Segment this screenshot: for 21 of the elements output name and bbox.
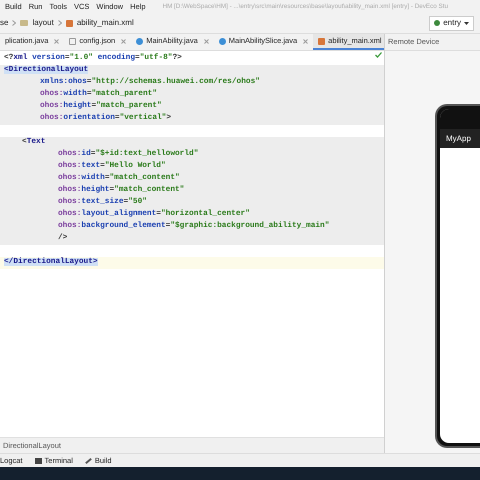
file-icon [66,20,73,26]
app-title: MyApp [446,132,471,144]
close-icon[interactable] [303,38,308,44]
breadcrumb-item[interactable]: layout [32,17,54,29]
caret-icon [464,22,469,24]
breadcrumb-item[interactable]: se [0,17,8,29]
file-icon [136,38,144,44]
module-icon [434,20,440,26]
file-icon [318,38,326,44]
file-icon [218,38,226,44]
close-icon[interactable] [204,38,209,44]
close-icon[interactable] [54,38,60,44]
run-config-dropdown[interactable]: entry [429,16,474,30]
close-icon[interactable] [121,38,126,44]
check-icon [375,52,382,58]
file-icon [69,38,76,44]
terminal-icon [34,458,42,464]
breadcrumb-item[interactable]: ability_main.xml [76,17,134,29]
chevron-icon [58,20,62,26]
folder-icon [20,20,28,26]
chevron-icon [12,20,16,26]
